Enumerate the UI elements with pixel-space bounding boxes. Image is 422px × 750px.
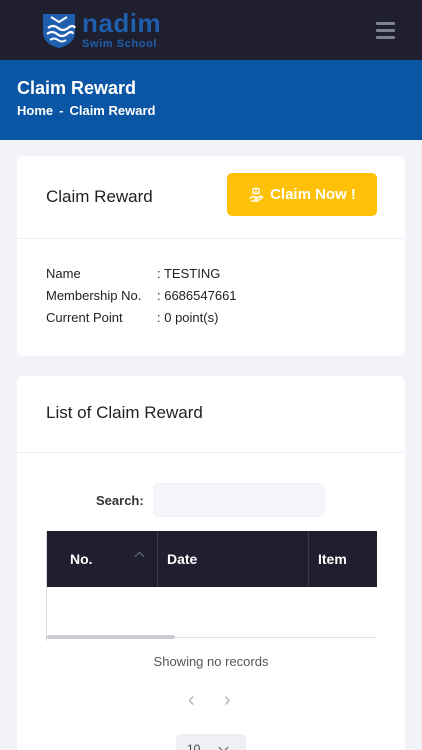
sort-asc-icon[interactable] (134, 551, 145, 562)
member-info: Name : TESTING Membership No. : 66865476… (46, 266, 237, 332)
info-label: Membership No. (46, 288, 142, 303)
page-header: Claim Reward (0, 60, 422, 140)
search-input[interactable] (153, 483, 325, 517)
info-row-name: Name : TESTING (46, 266, 237, 288)
list-card-title: List of Claim Reward (46, 403, 203, 422)
horizontal-scrollbar[interactable] (47, 635, 175, 639)
per-page-value: 10 (187, 742, 201, 750)
breadcrumb-home-link[interactable]: Home (17, 103, 53, 118)
chevron-down-icon (218, 742, 229, 750)
card-divider (17, 452, 405, 453)
per-page-select[interactable]: 10 (176, 734, 246, 750)
brand-subtitle: Swim School (82, 38, 158, 50)
search-label: Search: (96, 493, 144, 508)
info-label: Current Point (46, 310, 123, 325)
breadcrumb: Home - Claim Reward (17, 103, 155, 118)
page-title: Claim Reward (17, 78, 137, 98)
claim-list-card: List of Claim Reward Search: No. Date It… (17, 376, 405, 750)
claim-card-title: Claim Reward (46, 187, 153, 206)
chevron-right-icon[interactable]: › (224, 689, 231, 712)
info-row-membership: Membership No. : 6686547661 (46, 288, 237, 310)
column-divider (157, 531, 158, 587)
brand-name[interactable]: nadim (82, 9, 161, 37)
column-header-date[interactable]: Date (167, 531, 197, 587)
claim-now-label: Claim Now ! (270, 186, 356, 203)
records-status: Showing no records (153, 654, 269, 669)
column-divider (308, 531, 309, 587)
claim-now-button[interactable]: Claim Now ! (227, 173, 377, 216)
column-header-no[interactable]: No. (70, 531, 93, 587)
info-value: : TESTING (157, 266, 221, 281)
hamburger-menu-icon[interactable] (372, 19, 398, 41)
column-header-item[interactable]: Item (318, 531, 347, 587)
info-label: Name (46, 266, 81, 281)
breadcrumb-separator: - (59, 103, 64, 118)
brand-logo-icon[interactable] (39, 10, 79, 50)
top-navbar: nadim Swim School (0, 0, 422, 60)
card-divider (17, 238, 405, 239)
claim-table: No. Date Item (46, 531, 377, 641)
table-header: No. Date Item (47, 531, 377, 587)
info-value: : 6686547661 (157, 288, 237, 303)
info-value: : 0 point(s) (157, 310, 219, 325)
claim-reward-card: Claim Reward Claim Now ! Name : TESTING … (17, 156, 405, 356)
gift-hand-icon (249, 187, 264, 202)
chevron-left-icon[interactable]: ‹ (188, 689, 195, 712)
info-row-points: Current Point : 0 point(s) (46, 310, 237, 332)
breadcrumb-current: Claim Reward (69, 103, 156, 118)
